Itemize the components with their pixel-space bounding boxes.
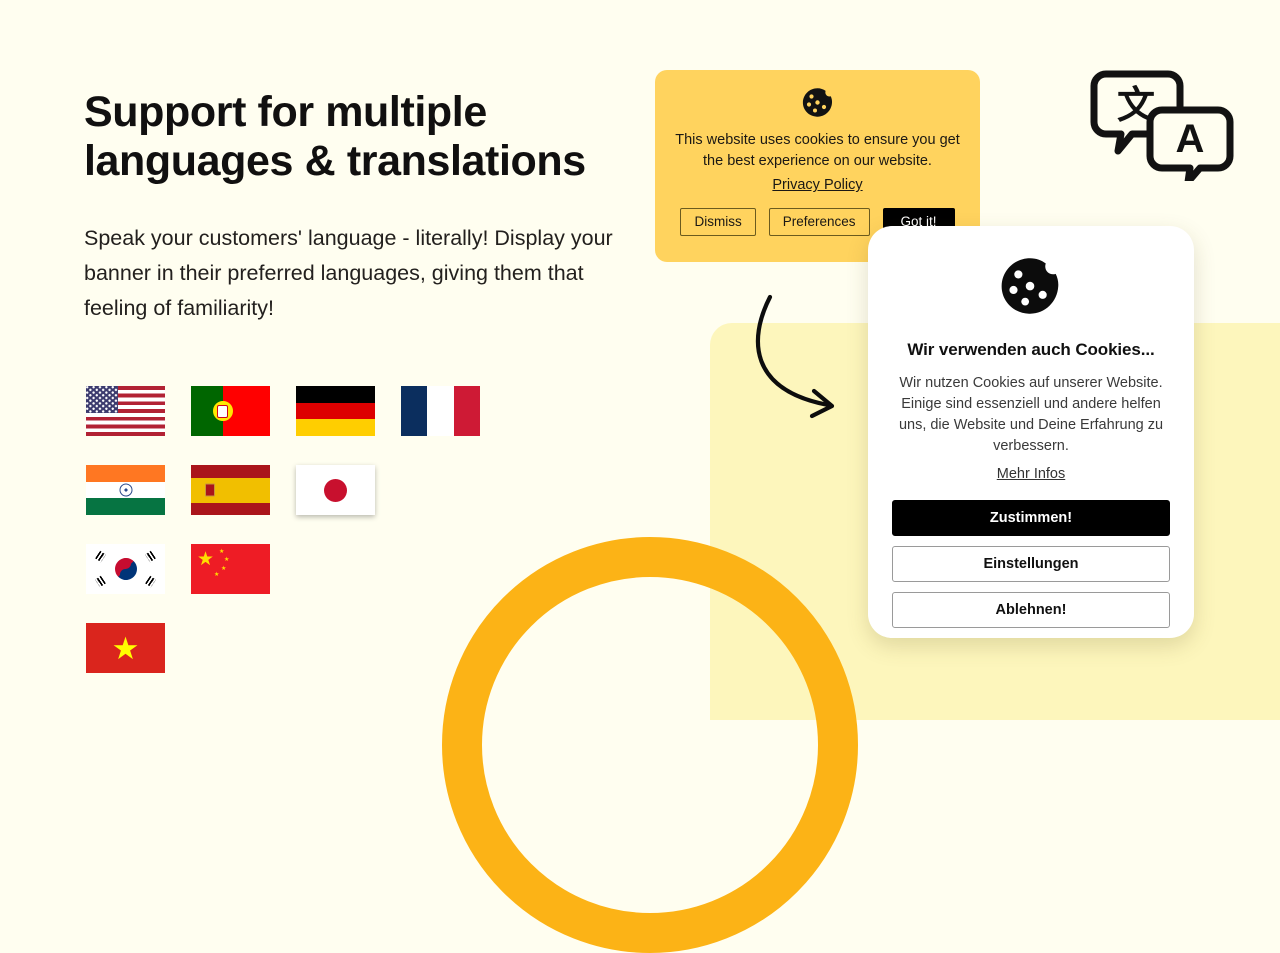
dialog-title: Wir verwenden auch Cookies... [907, 340, 1155, 359]
translate-target-glyph: A [1176, 117, 1205, 161]
preferences-button[interactable]: Preferences [768, 208, 870, 237]
accept-all-button[interactable]: Zustimmen! [892, 499, 1170, 536]
more-info-link[interactable]: Mehr Infos [997, 466, 1066, 482]
flag-portugal [191, 386, 270, 436]
hero-text-block: Support for multiple languages & transla… [84, 88, 644, 326]
flag-row: ★ ★ ★ ★ ★ [86, 544, 516, 594]
curved-arrow-icon [755, 294, 835, 419]
decline-button[interactable]: Ablehnen! [892, 591, 1170, 628]
flag-south-korea [86, 544, 165, 594]
flag-france [401, 386, 480, 436]
flag-row: ★ [86, 623, 516, 673]
flag-india [86, 465, 165, 515]
flag-china: ★ ★ ★ ★ ★ [191, 544, 270, 594]
dialog-body: Wir nutzen Cookies auf unserer Website. … [898, 375, 1164, 455]
flag-japan [296, 465, 375, 515]
flag-row [86, 465, 516, 515]
flag-germany [296, 386, 375, 436]
flag-united-states [86, 386, 165, 436]
flag-row [86, 386, 516, 436]
privacy-policy-link[interactable]: Privacy Policy [772, 177, 862, 193]
slide-canvas: Support for multiple languages & transla… [0, 0, 1280, 953]
cookie-icon [802, 88, 832, 117]
hero-subcopy: Speak your customers' language - literal… [84, 226, 613, 320]
banner-message: This website uses cookies to ensure you … [675, 132, 960, 169]
dialog-actions: Zustimmen! Einstellungen Ablehnen! [892, 499, 1170, 628]
cookie-icon [1001, 258, 1059, 314]
settings-button[interactable]: Einstellungen [892, 545, 1170, 582]
flag-vietnam: ★ [86, 623, 165, 673]
translate-icon: 文 A [1090, 70, 1234, 181]
german-cookie-dialog: Wir verwenden auch Cookies... Wir nutzen… [868, 226, 1194, 638]
supported-language-flags: ★ ★ ★ ★ ★ ★ [86, 386, 516, 702]
flag-spain [191, 465, 270, 515]
dismiss-button[interactable]: Dismiss [680, 208, 756, 237]
page-title: Support for multiple languages & transla… [84, 88, 586, 185]
